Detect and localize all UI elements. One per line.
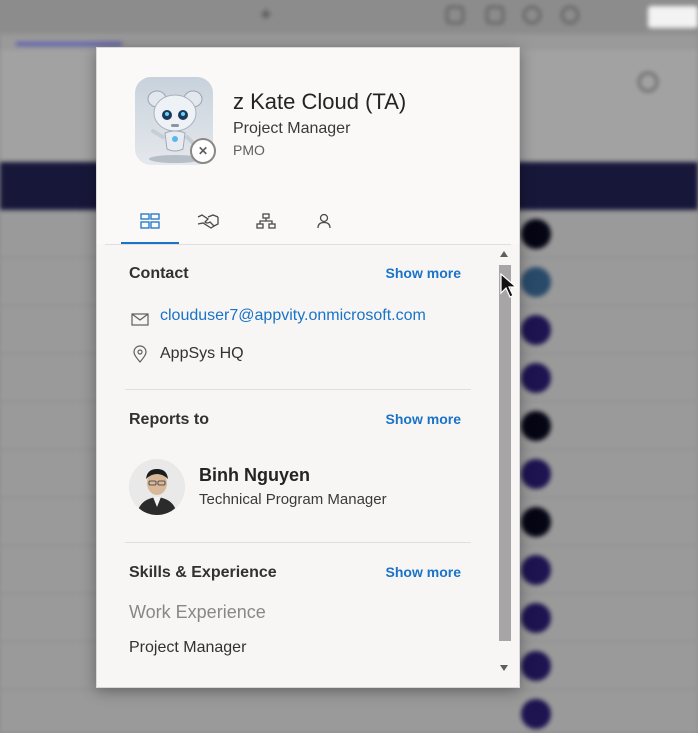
background-action-button: [648, 6, 698, 28]
tab-messages[interactable]: [179, 198, 237, 244]
tab-organization[interactable]: [237, 198, 295, 244]
work-experience-heading: Work Experience: [129, 602, 266, 622]
location-pin-icon: [133, 345, 147, 363]
profile-avatar[interactable]: ✕: [135, 77, 216, 165]
handshake-icon: [197, 214, 219, 229]
person-icon: [317, 213, 331, 229]
section-divider: [125, 389, 471, 390]
profile-department: PMO: [233, 142, 265, 158]
tab-profile[interactable]: [295, 198, 353, 244]
contact-section-title: Contact: [129, 265, 189, 282]
background-add-icon: +: [260, 4, 272, 26]
presence-offline-icon: ✕: [190, 138, 216, 164]
contact-location: AppSys HQ: [160, 345, 244, 362]
background-search-icon: [638, 72, 658, 92]
skills-section-title: Skills & Experience: [129, 564, 277, 581]
profile-header: ✕ z Kate Cloud (TA) Project Manager PMO: [97, 48, 519, 244]
background-refresh-icon: [523, 6, 541, 24]
contact-email-link[interactable]: clouduser7@appvity.onmicrosoft.com: [160, 307, 426, 325]
profile-name: z Kate Cloud (TA): [233, 89, 407, 114]
background-row: [0, 690, 698, 733]
overview-icon: [140, 213, 160, 229]
manager-avatar[interactable]: [129, 459, 185, 515]
scrollbar-thumb[interactable]: [499, 265, 511, 641]
scroll-down-arrow-icon[interactable]: [500, 665, 508, 671]
org-chart-icon: [256, 213, 276, 229]
skills-show-more-link[interactable]: Show more: [386, 564, 461, 580]
reports-to-show-more-link[interactable]: Show more: [386, 411, 461, 427]
manager-name[interactable]: Binh Nguyen: [199, 465, 310, 486]
background-tab-underline: [16, 42, 122, 46]
section-divider: [125, 542, 471, 543]
tab-overview[interactable]: [121, 198, 179, 244]
profile-body: Contact Show more clouduser7@appvity.onm…: [105, 245, 511, 677]
reports-to-section-title: Reports to: [129, 411, 209, 428]
card-scrollbar[interactable]: [497, 245, 511, 677]
work-experience-role: Project Manager: [129, 639, 247, 656]
profile-card: ✕ z Kate Cloud (TA) Project Manager PMO: [96, 47, 520, 688]
background-expand-icon: [486, 6, 504, 24]
profile-job-title: Project Manager: [233, 120, 351, 137]
background-globe-icon: [561, 6, 579, 24]
manager-title: Technical Program Manager: [199, 491, 387, 508]
mouse-cursor-icon: [500, 273, 518, 298]
scroll-up-arrow-icon[interactable]: [500, 251, 508, 257]
background-chat-icon: [446, 6, 464, 24]
background-top-bar: +: [0, 0, 698, 34]
mail-icon: [131, 313, 149, 326]
contact-show-more-link[interactable]: Show more: [386, 265, 461, 281]
